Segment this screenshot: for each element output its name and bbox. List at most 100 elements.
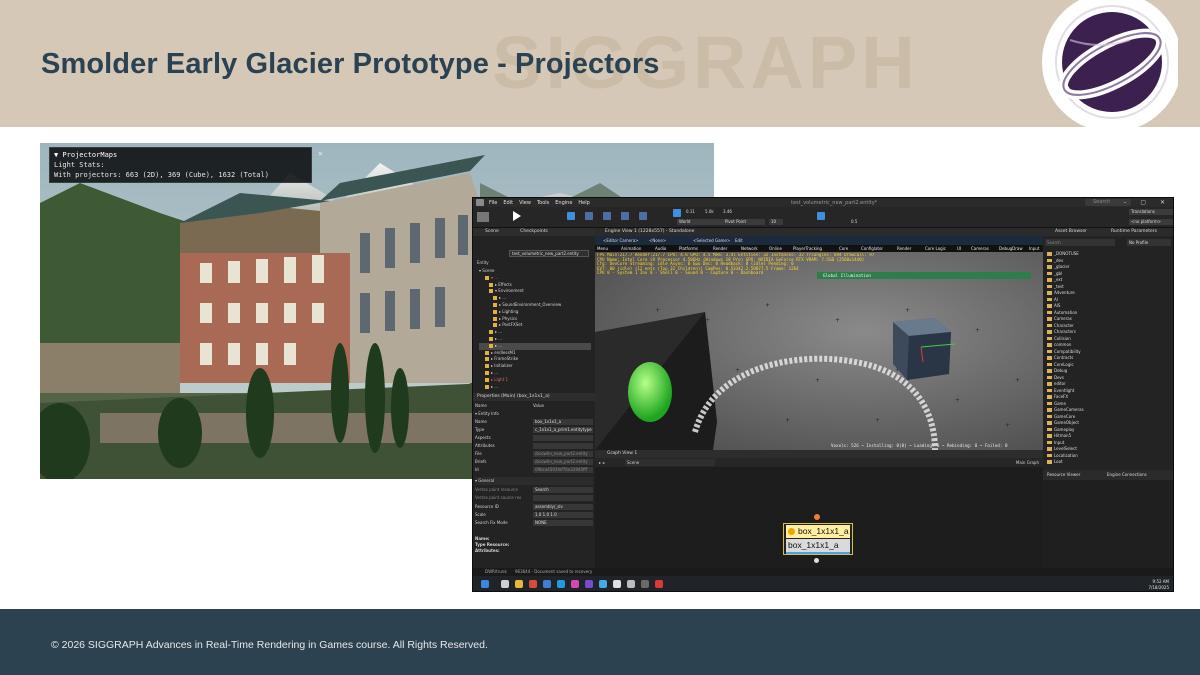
- edge-icon[interactable]: [557, 580, 565, 588]
- prop-row[interactable]: Type c_1x1x1_a_prim1.entitytype: [475, 426, 593, 434]
- tree-item[interactable]: ▾ ...: [479, 275, 591, 282]
- engine-viewport[interactable]: Engine View 1 (1228x557) - Standalone <E…: [595, 228, 1043, 450]
- node-output-pin[interactable]: [814, 558, 819, 563]
- dbg-animation[interactable]: Animation: [621, 245, 641, 252]
- graph-nav-icon[interactable]: ▸ ◂: [599, 458, 604, 467]
- dbg-playertracking[interactable]: PlayerTracking: [793, 245, 822, 252]
- tab-resource-viewer[interactable]: Resource Viewer: [1047, 470, 1080, 480]
- dbg-network[interactable]: Network: [741, 245, 758, 252]
- select-icon[interactable]: [639, 212, 647, 220]
- section-general[interactable]: ▾ General: [475, 477, 593, 485]
- close-icon[interactable]: ✕: [318, 149, 323, 159]
- dbg-cameras[interactable]: Cameras: [971, 245, 989, 252]
- scale-icon[interactable]: [603, 212, 611, 220]
- tree-item[interactable]: ▸ ...: [479, 370, 591, 377]
- scene-file-select[interactable]: test_volumetric_new_part2.entity: [509, 250, 589, 257]
- tree-item[interactable]: ▾ Environment: [479, 288, 591, 295]
- tab-asset-browser[interactable]: Asset Browser: [1055, 228, 1087, 236]
- node-name-field[interactable]: box_1x1x1_a: [786, 539, 850, 552]
- dbg-corelogic[interactable]: Core Logic: [925, 245, 946, 252]
- dbg-audio[interactable]: Audio: [655, 245, 666, 252]
- folder-icon[interactable]: [515, 580, 523, 588]
- tree-item-selected[interactable]: ▸ ...: [479, 342, 591, 350]
- menu-file[interactable]: File: [489, 200, 497, 206]
- tree-item[interactable]: ▸ FrameStrike: [479, 356, 591, 363]
- menu-view[interactable]: View: [519, 200, 531, 206]
- tree-item[interactable]: ▾ Scene: [479, 268, 591, 275]
- visual-studio-icon[interactable]: [585, 580, 593, 588]
- prop-row[interactable]: Aspects: [475, 434, 593, 442]
- prop-row[interactable]: Name box_1x1x1_a: [475, 418, 593, 426]
- app-icon[interactable]: [627, 580, 635, 588]
- tree-item[interactable]: ▸ Initializer: [479, 363, 591, 370]
- start-icon[interactable]: [481, 580, 489, 588]
- node-input-pin[interactable]: [814, 514, 820, 520]
- folder-item[interactable]: Loot: [1047, 459, 1107, 466]
- app-icon[interactable]: [655, 580, 663, 588]
- dbg-ui[interactable]: UI: [957, 245, 961, 252]
- asset-search-input[interactable]: Search: [1045, 239, 1115, 246]
- rotate-icon[interactable]: [585, 212, 593, 220]
- search-icon[interactable]: [501, 580, 509, 588]
- platform-select[interactable]: <no platform>: [1129, 219, 1173, 225]
- dbg-debugdraw[interactable]: DebugDraw: [999, 245, 1023, 252]
- dbg-core[interactable]: Core: [839, 245, 848, 252]
- prop-row[interactable]: Search Fix Mode NONE: [475, 519, 593, 527]
- dbg-online[interactable]: Online: [769, 245, 782, 252]
- snap-value[interactable]: 10: [769, 219, 783, 225]
- menu-help[interactable]: Help: [578, 200, 589, 206]
- camera-select[interactable]: <Editor Camera>: [603, 236, 639, 245]
- app-icon[interactable]: [571, 580, 579, 588]
- prop-row[interactable]: File/bcowhn_new_part2.entity: [475, 450, 593, 458]
- prop-row[interactable]: Id 09bca4593fef76e32940fff: [475, 466, 593, 474]
- space-select[interactable]: World: [677, 219, 725, 225]
- graph-scene-breadcrumb[interactable]: Scene: [625, 459, 715, 466]
- menu-tools[interactable]: Tools: [537, 200, 549, 206]
- tree-item[interactable]: ▸ ...: [479, 329, 591, 336]
- dbg-menu[interactable]: Menu: [597, 245, 608, 252]
- prop-row[interactable]: Scale 1.0 1.0 1.0: [475, 511, 593, 519]
- translate-icon[interactable]: [567, 212, 575, 220]
- graph-node[interactable]: box_1x1x1_a box_1x1x1_a: [783, 514, 853, 563]
- tree-item[interactable]: ▸ Effects: [479, 282, 591, 289]
- none-select[interactable]: <None>: [649, 236, 666, 245]
- tree-item[interactable]: ▸ Lighting: [479, 309, 591, 316]
- tab-scene[interactable]: Scene: [485, 229, 499, 234]
- selected-game-select[interactable]: <Selected Game>: [693, 236, 730, 245]
- global-illumination-bar[interactable]: Global Illumination: [817, 272, 1031, 279]
- tab-checkpoints[interactable]: Checkpoints: [520, 229, 548, 234]
- chrome-icon[interactable]: [529, 580, 537, 588]
- editor-taskbar-icon[interactable]: [641, 580, 649, 588]
- app-icon[interactable]: [613, 580, 621, 588]
- projector-maps-title[interactable]: ▼ ProjectorMaps: [54, 150, 307, 160]
- menu-engine[interactable]: Engine: [555, 200, 572, 206]
- prop-row[interactable]: Resource ID assembly/_slv: [475, 503, 593, 511]
- translations-select[interactable]: Translations: [1129, 209, 1173, 215]
- tree-item[interactable]: ▸ ...: [479, 295, 591, 302]
- prop-row[interactable]: Vertex paint source res: [475, 494, 593, 502]
- edit-mode-select[interactable]: Edit: [735, 236, 743, 245]
- viewport-tab[interactable]: Engine View 1 (1228x557) - Standalone: [595, 228, 1043, 236]
- pivot-select[interactable]: Pivot Point: [723, 219, 765, 225]
- dbg-configlator[interactable]: Configlator: [861, 245, 883, 252]
- tree-item[interactable]: ▸ Physics: [479, 316, 591, 323]
- grid-toggle-icon[interactable]: [673, 209, 681, 217]
- app-icon[interactable]: [599, 580, 607, 588]
- menu-edit[interactable]: Edit: [503, 200, 513, 206]
- section-entity-info[interactable]: ▾ Entity Info: [475, 410, 593, 418]
- dbg-platforms[interactable]: Platforms: [679, 245, 698, 252]
- tree-item[interactable]: ▸ ...: [479, 336, 591, 343]
- layout-icon[interactable]: [477, 212, 489, 222]
- tab-engine-connections[interactable]: Engine Connections: [1107, 470, 1147, 480]
- tree-item[interactable]: ▸ ...: [479, 384, 591, 391]
- dbg-render2[interactable]: Render: [897, 245, 911, 252]
- view-mode-icon[interactable]: [817, 212, 825, 220]
- dbg-input[interactable]: Input: [1029, 245, 1039, 252]
- taskbar-clock[interactable]: 9:52 AM 7/18/2025: [1148, 579, 1169, 590]
- prop-row[interactable]: Attributes: [475, 442, 593, 450]
- profile-select[interactable]: No Profile: [1127, 239, 1171, 246]
- graph-view-tab[interactable]: Graph View 1: [595, 450, 1043, 458]
- tree-item[interactable]: ▸ Light 1: [479, 377, 591, 384]
- prop-row[interactable]: Briefs/bcowhn_new_part2.entity: [475, 458, 593, 466]
- play-icon[interactable]: [513, 211, 521, 221]
